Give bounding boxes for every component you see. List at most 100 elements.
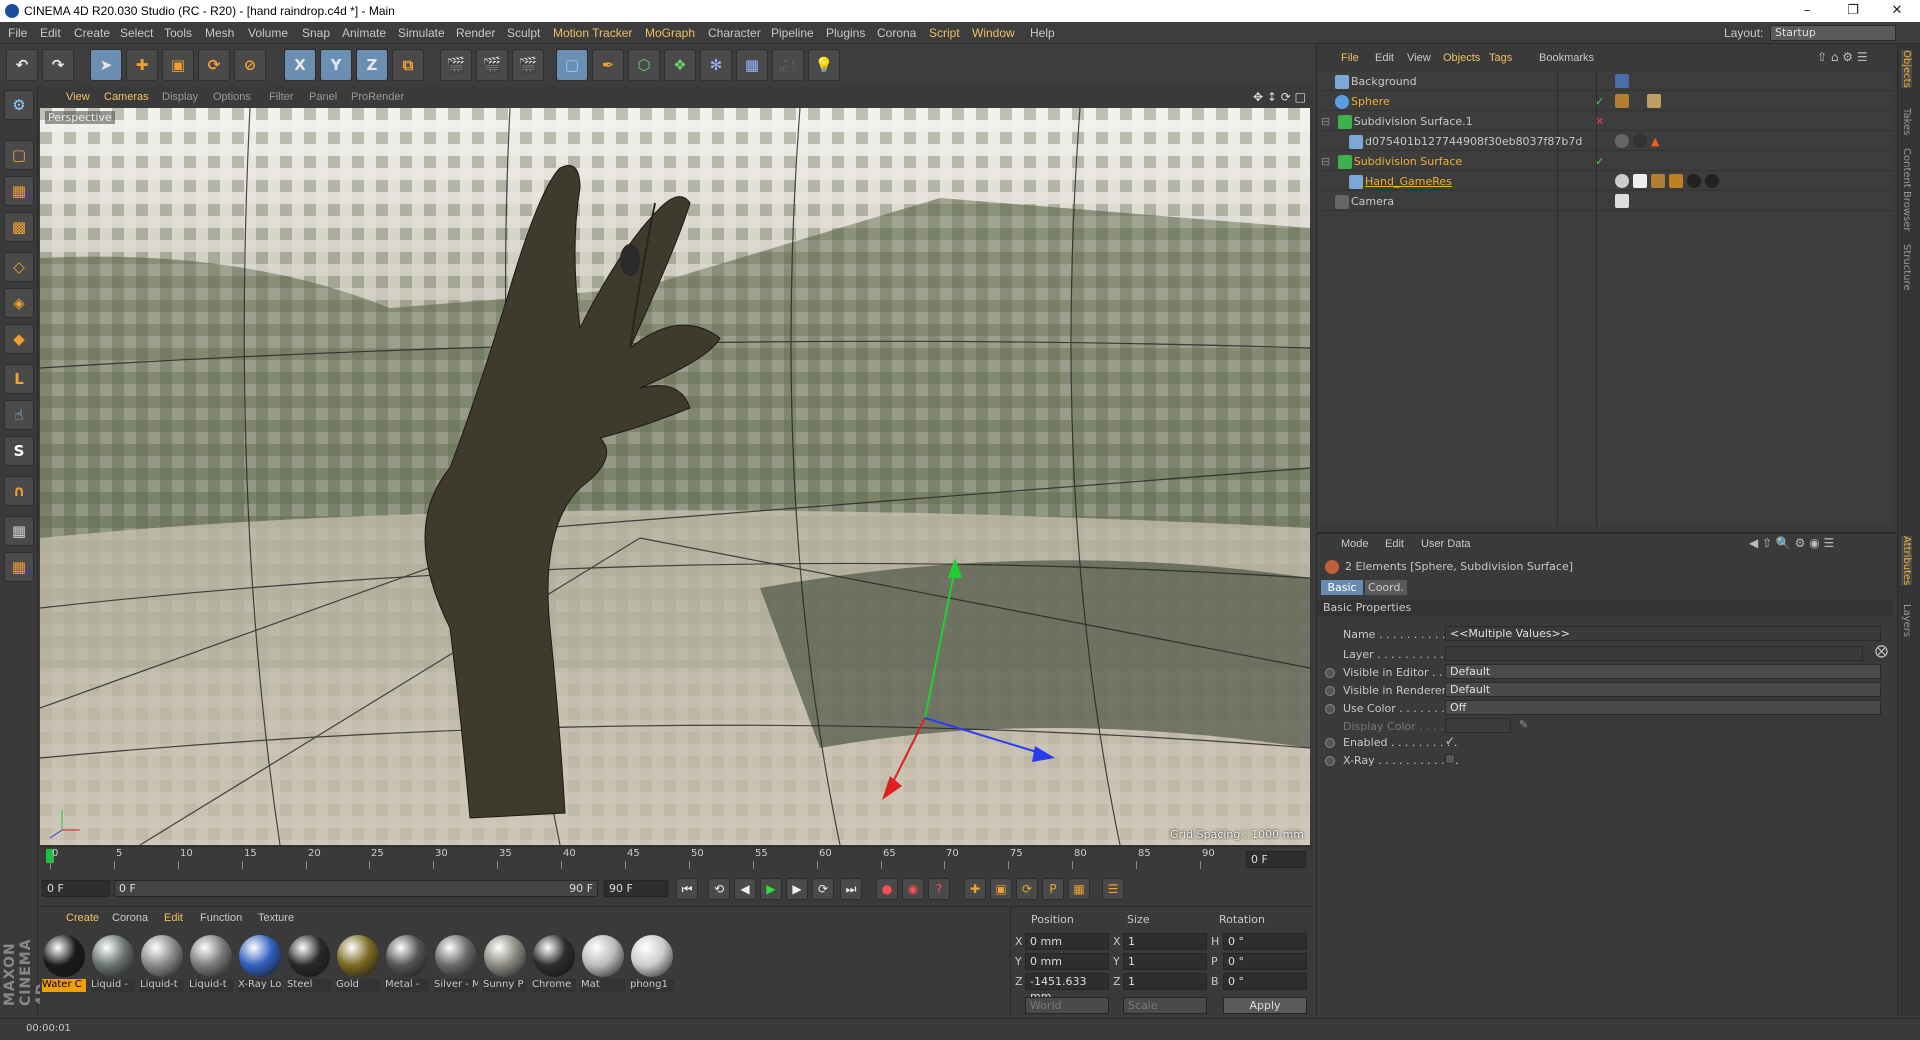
z-axis-lock-icon[interactable]: Z xyxy=(356,49,388,81)
material-swatch[interactable]: Gold xyxy=(336,935,380,997)
menu-motion-tracker[interactable]: Motion Tracker xyxy=(553,26,632,40)
polygons-mode-icon[interactable]: ◆ xyxy=(4,324,34,354)
axis-mode-icon[interactable]: L xyxy=(4,364,34,394)
hand-material-tag-2-icon[interactable] xyxy=(1687,174,1701,188)
mat-menu-corona[interactable]: Corona xyxy=(112,912,148,924)
timeline-ruler[interactable]: 0 5 10 15 20 25 30 35 40 45 50 55 60 65 70 75 80 85 90 0 F xyxy=(40,846,1312,870)
menu-pipeline[interactable]: Pipeline xyxy=(771,26,814,40)
vtab-content-browser[interactable]: Content Browser xyxy=(1901,148,1912,231)
animate-radio-icon[interactable] xyxy=(1325,756,1335,766)
visible-in-editor-select[interactable]: Default xyxy=(1445,664,1881,679)
layer-picker-icon[interactable]: ⨂ xyxy=(1875,644,1888,659)
vtab-objects[interactable]: Objects xyxy=(1901,50,1912,88)
om-nav-icons[interactable]: ⇧ ⌂ ⚙ ☰ xyxy=(1817,50,1868,64)
coord-mode-select[interactable]: World xyxy=(1025,997,1109,1014)
collapse-toggle-icon[interactable]: ⊟ xyxy=(1321,115,1330,128)
pos-y-field[interactable]: 0 mm xyxy=(1025,953,1109,970)
sphere-material-tag-icon[interactable] xyxy=(1615,94,1629,108)
hand-checker-tag-icon[interactable] xyxy=(1633,174,1647,188)
size-mode-select[interactable]: Scale xyxy=(1123,997,1207,1014)
cube-object-icon[interactable]: ▢ xyxy=(556,49,588,81)
3d-viewport[interactable]: Perspective Grid Spacing : 1000 mm xyxy=(40,108,1310,845)
goto-end-icon[interactable]: ⏭ xyxy=(840,878,862,900)
key-parameter-icon[interactable]: P xyxy=(1042,878,1064,900)
key-position-icon[interactable]: ✚ xyxy=(964,878,986,900)
recent-tool-icon[interactable]: ⊘ xyxy=(234,49,266,81)
om-menu-view[interactable]: View xyxy=(1407,52,1431,64)
vtab-structure[interactable]: Structure xyxy=(1901,244,1912,291)
rot-b-field[interactable]: 0 ° xyxy=(1223,973,1307,990)
current-frame-field[interactable]: 0 F xyxy=(1246,851,1306,868)
workplane-grid-icon[interactable]: ▦ xyxy=(4,516,34,546)
mesh-material-tag-icon[interactable] xyxy=(1615,134,1629,148)
scale-icon[interactable]: ▣ xyxy=(162,49,194,81)
coordinate-system-icon[interactable]: ⧉ xyxy=(392,49,424,81)
next-frame-icon[interactable]: ▶ xyxy=(786,878,808,900)
menu-create[interactable]: Create xyxy=(74,26,110,40)
workplane-mode-icon[interactable]: ▩ xyxy=(4,212,34,242)
layer-field[interactable] xyxy=(1445,646,1863,661)
object-row-hand-gameres[interactable]: Hand_GameRes xyxy=(1321,172,1893,191)
material-swatch[interactable]: Metal - xyxy=(385,935,429,997)
key-rotation-icon[interactable]: ⟳ xyxy=(1016,878,1038,900)
record-keys-icon[interactable]: ● xyxy=(876,878,898,900)
menu-script[interactable]: Script xyxy=(929,26,960,40)
apply-button[interactable]: Apply xyxy=(1223,997,1307,1014)
frame-range-slider[interactable]: 0 F 90 F xyxy=(114,880,598,897)
light-icon[interactable]: 💡 xyxy=(808,49,840,81)
menu-animate[interactable]: Animate xyxy=(342,26,386,40)
undo-icon[interactable]: ↶ xyxy=(6,49,38,81)
enabled-checkbox[interactable]: ✓ xyxy=(1445,734,1455,748)
menu-mesh[interactable]: Mesh xyxy=(205,26,234,40)
vp-menu-options[interactable]: Options xyxy=(213,91,251,103)
am-menu-mode[interactable]: Mode xyxy=(1341,538,1369,550)
menu-plugins[interactable]: Plugins xyxy=(826,26,865,40)
pos-z-field[interactable]: -1451.633 mm xyxy=(1025,973,1109,1003)
magnet-icon[interactable]: ∩ xyxy=(4,476,34,506)
edges-mode-icon[interactable]: ◈ xyxy=(4,288,34,318)
animate-radio-icon[interactable] xyxy=(1325,668,1335,678)
close-button[interactable]: ✕ xyxy=(1874,0,1920,22)
animate-radio-icon[interactable] xyxy=(1325,686,1335,696)
menu-mograph[interactable]: MoGraph xyxy=(645,26,695,40)
hand-skin-tag-icon[interactable] xyxy=(1669,174,1683,188)
vp-menu-filter[interactable]: Filter xyxy=(269,91,293,103)
background-material-tag-icon[interactable] xyxy=(1615,74,1629,88)
visible-in-renderer-select[interactable]: Default xyxy=(1445,682,1881,697)
sphere-enabled-check-icon[interactable]: ✓ xyxy=(1595,92,1604,111)
move-icon[interactable]: ✚ xyxy=(126,49,158,81)
material-swatch[interactable]: X-Ray Lo xyxy=(238,935,282,997)
material-swatch[interactable]: Water C xyxy=(42,935,86,997)
am-nav-icons[interactable]: ◀ ⇧ 🔍 ⚙ ◉ ☰ xyxy=(1749,536,1834,550)
make-editable-icon[interactable]: ⚙ xyxy=(4,90,34,120)
material-swatch[interactable]: Silver - M xyxy=(434,935,478,997)
subdivision-disabled-x-icon[interactable]: ✕ xyxy=(1595,112,1604,131)
menu-window[interactable]: Window xyxy=(972,26,1015,40)
menu-select[interactable]: Select xyxy=(120,26,153,40)
om-menu-objects[interactable]: Objects xyxy=(1443,52,1480,64)
points-mode-icon[interactable]: ◇ xyxy=(4,252,34,282)
material-swatch[interactable]: Liquid-t xyxy=(140,935,184,997)
menu-simulate[interactable]: Simulate xyxy=(398,26,445,40)
texture-mode-icon[interactable]: ▦ xyxy=(4,176,34,206)
menu-character[interactable]: Character xyxy=(708,26,761,40)
vp-menu-panel[interactable]: Panel xyxy=(309,91,337,103)
menu-corona[interactable]: Corona xyxy=(877,26,916,40)
om-menu-bookmarks[interactable]: Bookmarks xyxy=(1539,52,1594,64)
vtab-attributes[interactable]: Attributes xyxy=(1901,536,1912,586)
layout-select[interactable]: Startup xyxy=(1770,25,1896,41)
key-scale-icon[interactable]: ▣ xyxy=(990,878,1012,900)
key-pla-icon[interactable]: ▦ xyxy=(1068,878,1090,900)
hand-material-tag-icon[interactable] xyxy=(1615,174,1629,188)
menu-tools[interactable]: Tools xyxy=(164,26,192,40)
object-row-subdivision-surface-1[interactable]: ⊟ Subdivision Surface.1 ✕ xyxy=(1321,112,1893,131)
object-row-subdivision-surface[interactable]: ⊟ Subdivision Surface ✓ xyxy=(1321,152,1893,171)
menu-edit[interactable]: Edit xyxy=(40,26,61,40)
rot-p-field[interactable]: 0 ° xyxy=(1223,953,1307,970)
object-row-mesh[interactable]: d075401b127744908f30eb8037f87b7d ▲ xyxy=(1321,132,1893,151)
subdivision-enabled-check-icon[interactable]: ✓ xyxy=(1595,152,1604,171)
subdivision-surface-icon[interactable]: ⬡ xyxy=(628,49,660,81)
phong-tag-icon[interactable]: ▲ xyxy=(1651,132,1659,151)
hand-weight-tag-icon[interactable] xyxy=(1651,174,1665,188)
tab-basic[interactable]: Basic xyxy=(1321,580,1363,595)
